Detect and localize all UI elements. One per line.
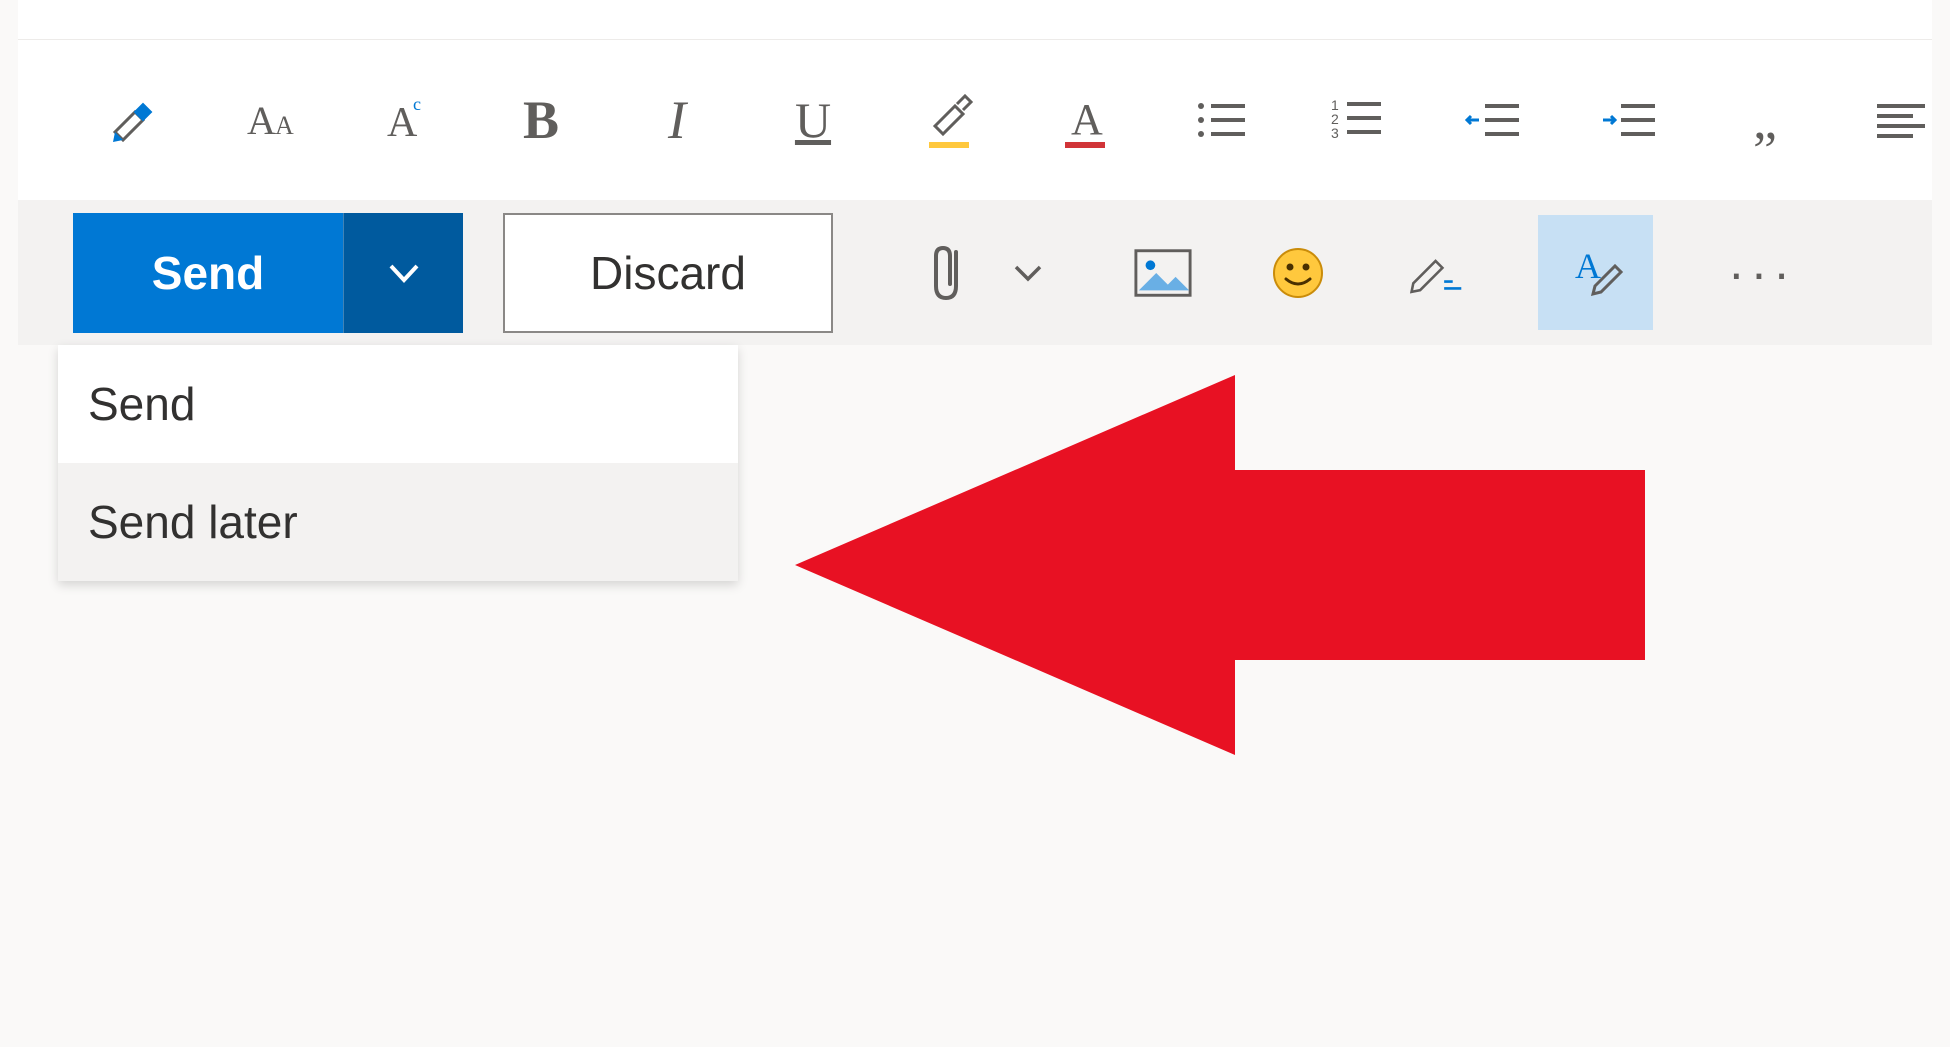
bold-button[interactable]: B bbox=[511, 90, 571, 150]
top-border-area bbox=[18, 0, 1932, 40]
svg-text:3: 3 bbox=[1331, 125, 1339, 141]
highlight-icon[interactable] bbox=[919, 90, 979, 150]
dropdown-item-send-later[interactable]: Send later bbox=[58, 463, 738, 581]
quote-icon[interactable]: „ bbox=[1735, 90, 1795, 150]
underline-button[interactable]: U bbox=[783, 90, 843, 150]
attach-button-group bbox=[918, 243, 1058, 303]
bullet-list-icon[interactable] bbox=[1191, 90, 1251, 150]
more-options-button[interactable]: ··· bbox=[1728, 244, 1796, 302]
format-painter-icon[interactable] bbox=[103, 90, 163, 150]
attach-icon[interactable] bbox=[918, 243, 978, 303]
emoji-icon[interactable] bbox=[1268, 243, 1328, 303]
svg-text:A: A bbox=[1071, 95, 1103, 144]
formatting-options-button[interactable]: A bbox=[1538, 215, 1653, 330]
send-dropdown-button[interactable] bbox=[343, 213, 463, 333]
send-split-button: Send bbox=[73, 213, 463, 333]
send-dropdown-menu: Send Send later bbox=[58, 345, 738, 581]
increase-indent-icon[interactable] bbox=[1599, 90, 1659, 150]
font-color-icon[interactable]: A bbox=[1055, 90, 1115, 150]
svg-text:A: A bbox=[275, 111, 294, 140]
chevron-down-icon bbox=[385, 254, 423, 292]
decrease-indent-icon[interactable] bbox=[1463, 90, 1523, 150]
font-size-icon[interactable]: A A bbox=[239, 90, 299, 150]
dropdown-item-send[interactable]: Send bbox=[58, 345, 738, 463]
align-icon[interactable] bbox=[1871, 90, 1931, 150]
svg-text:c: c bbox=[413, 94, 421, 114]
action-toolbar: Send Discard bbox=[18, 200, 1932, 345]
svg-text:A: A bbox=[247, 98, 276, 143]
formatting-toolbar: A A A c B I U A bbox=[18, 40, 1932, 200]
discard-button[interactable]: Discard bbox=[503, 213, 833, 333]
insert-picture-icon[interactable] bbox=[1133, 243, 1193, 303]
send-button[interactable]: Send bbox=[73, 213, 343, 333]
numbered-list-icon[interactable]: 1 2 3 bbox=[1327, 90, 1387, 150]
signature-icon[interactable] bbox=[1403, 243, 1463, 303]
italic-button[interactable]: I bbox=[647, 90, 707, 150]
clear-formatting-icon[interactable]: A c bbox=[375, 90, 435, 150]
attach-chevron-icon[interactable] bbox=[998, 243, 1058, 303]
svg-text:A: A bbox=[1575, 246, 1601, 286]
annotation-arrow-icon bbox=[795, 375, 1655, 755]
